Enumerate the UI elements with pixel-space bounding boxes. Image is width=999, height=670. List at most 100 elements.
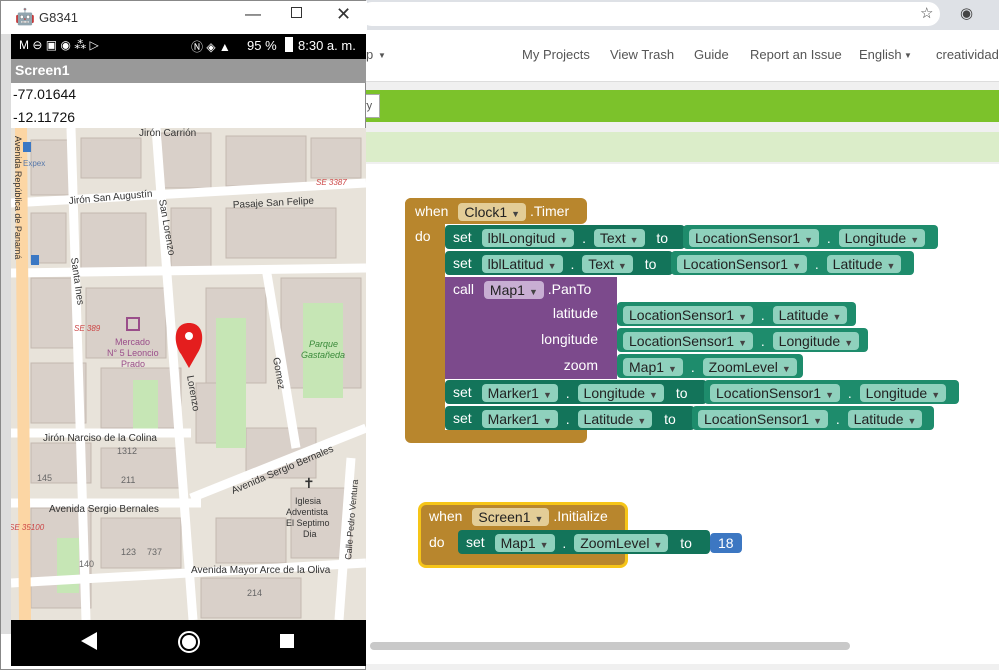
- nav-guide[interactable]: Guide: [694, 47, 729, 62]
- property-dropdown[interactable]: Latitude ▼: [577, 410, 653, 429]
- call-keyword: call: [453, 281, 475, 297]
- source-property-dropdown[interactable]: Longitude ▼: [838, 229, 926, 248]
- source-property-dropdown[interactable]: Latitude ▼: [826, 255, 902, 274]
- source-component-dropdown[interactable]: LocationSensor1 ▼: [698, 410, 828, 429]
- to-keyword: to: [675, 385, 688, 402]
- source-property-label: Longitude: [844, 230, 907, 247]
- property-dropdown[interactable]: Text ▼: [582, 255, 633, 274]
- source-property-dropdown[interactable]: Latitude ▼: [847, 410, 923, 429]
- dropdown-arrow-icon: ▼: [825, 390, 834, 401]
- home-icon-inner: [182, 635, 196, 649]
- close-icon[interactable]: ✕: [336, 4, 351, 25]
- dropdown-arrow-icon: ▼: [832, 312, 842, 323]
- map-label-se-3387: SE 3387: [316, 178, 347, 187]
- source-property-dropdown[interactable]: ZoomLevel ▼: [702, 358, 797, 377]
- nav-report-issue[interactable]: Report an Issue: [750, 47, 842, 62]
- property-dropdown[interactable]: Longitude ▼: [577, 384, 664, 403]
- map-label-mayor-arce: Avenida Mayor Arce de la Oliva: [191, 565, 331, 576]
- source-property-dropdown[interactable]: Latitude ▼: [772, 306, 848, 325]
- dropdown-arrow-icon: ▼: [668, 364, 677, 375]
- map-component-dropdown[interactable]: Map1 ▼: [483, 281, 544, 300]
- number-value[interactable]: 18: [710, 533, 742, 554]
- map-label-se-35100: SE 35100: [11, 523, 45, 532]
- extension-icon[interactable]: ◉: [960, 4, 973, 22]
- source-component-dropdown[interactable]: Map1 ▼: [623, 358, 683, 377]
- android-icon: 🤖: [15, 9, 35, 26]
- property-label: Text: [599, 230, 626, 247]
- dropdown-arrow-icon: ▼: [559, 235, 569, 246]
- getter-block[interactable]: LocationSensor1 ▼ . Latitude ▼: [671, 251, 914, 275]
- component-dropdown[interactable]: Marker1 ▼: [481, 410, 558, 429]
- getter-block[interactable]: LocationSensor1 ▼ . Longitude ▼: [683, 225, 938, 249]
- map-canvas: Jirón Carrión Expex Jirón San Augustín P…: [11, 128, 366, 620]
- dropdown-arrow-icon: ▼: [617, 261, 627, 272]
- map-label-mercado: Mercado: [115, 337, 150, 347]
- getter-block[interactable]: LocationSensor1 ▼ . Latitude ▼: [692, 406, 934, 430]
- map-label-se-389: SE 389: [74, 324, 101, 333]
- map-label-737: 737: [147, 547, 162, 557]
- set-map-zoomlevel-block[interactable]: set Map1 ▼ . ZoomLevel ▼ to: [458, 530, 710, 554]
- source-component-dropdown[interactable]: LocationSensor1 ▼: [710, 384, 840, 403]
- dropdown-arrow-icon: ▼: [886, 261, 896, 272]
- number-block[interactable]: 18: [710, 530, 742, 554]
- set-lbllatitud-block[interactable]: set lblLatitud ▼ . Text ▼ to: [445, 251, 673, 275]
- nav-user[interactable]: creatividad: [936, 47, 999, 62]
- source-component-dropdown[interactable]: LocationSensor1 ▼: [677, 255, 807, 274]
- map-label-214: 214: [247, 588, 262, 598]
- address-bar[interactable]: [360, 2, 940, 26]
- component-dropdown[interactable]: Map1 ▼: [494, 534, 555, 553]
- component-label: lblLatitud: [487, 256, 544, 273]
- map-label-iglesia-4: Dia: [303, 529, 317, 539]
- property-dropdown[interactable]: Text ▼: [593, 229, 645, 248]
- component-label: lblLongitud: [487, 230, 556, 247]
- horizontal-scrollbar[interactable]: [370, 642, 850, 650]
- bookmark-star-icon[interactable]: ☆: [920, 4, 933, 22]
- map-label-123: 123: [121, 547, 136, 557]
- map-label-211: 211: [121, 475, 135, 485]
- set-marker-latitude-block[interactable]: set Marker1 ▼ . Latitude ▼ to: [445, 406, 695, 430]
- emulator-window: 🤖 G8341 — ✕ M ⊖ ▣ ◉ ⁂ ▷ Ⓝ ◈ ▲ 95 % 8:30 …: [0, 0, 367, 670]
- partial-menu-label[interactable]: p: [366, 47, 373, 62]
- source-property-label: ZoomLevel: [708, 359, 778, 376]
- map-label-140: 140: [79, 559, 94, 569]
- source-label: LocationSensor1: [716, 385, 822, 402]
- event-name: .Initialize: [553, 508, 608, 524]
- map-label-iglesia-2: Adventista: [286, 507, 328, 517]
- getter-block[interactable]: LocationSensor1 ▼ . Longitude ▼: [704, 380, 959, 404]
- map-label-jiron-carrion: Jirón Carrión: [139, 128, 196, 139]
- dropdown-arrow-icon: ▼: [649, 390, 658, 401]
- event-component-dropdown[interactable]: Screen1 ▼: [472, 508, 550, 527]
- nav-view-trash[interactable]: View Trash: [610, 47, 674, 62]
- event-component-dropdown[interactable]: Clock1 ▼: [458, 203, 527, 222]
- source-component-dropdown[interactable]: LocationSensor1 ▼: [689, 229, 819, 248]
- source-property-dropdown[interactable]: Longitude ▼: [859, 384, 947, 403]
- component-dropdown[interactable]: lblLatitud ▼: [481, 255, 563, 274]
- set-lbllongitud-block[interactable]: set lblLongitud ▼ . Text ▼ to: [445, 225, 685, 249]
- nav-my-projects[interactable]: My Projects: [522, 47, 590, 62]
- recents-icon[interactable]: [280, 634, 294, 648]
- battery-icon: [285, 37, 293, 52]
- app-title: Screen1: [15, 62, 70, 78]
- lbl-longitud: -77.01644: [13, 86, 77, 102]
- source-component-dropdown[interactable]: LocationSensor1 ▼: [623, 306, 753, 325]
- dropdown-arrow-icon: ▼: [637, 416, 647, 427]
- getter-block[interactable]: LocationSensor1 ▼ . Longitude ▼: [617, 328, 868, 352]
- map-view[interactable]: Jirón Carrión Expex Jirón San Augustín P…: [11, 128, 366, 620]
- component-dropdown[interactable]: Marker1 ▼: [481, 384, 558, 403]
- nav-language[interactable]: English: [859, 47, 902, 62]
- getter-block[interactable]: LocationSensor1 ▼ . Latitude ▼: [617, 302, 856, 326]
- to-keyword: to: [656, 230, 669, 247]
- source-label: LocationSensor1: [704, 411, 810, 428]
- back-icon[interactable]: [81, 632, 97, 650]
- map-label-mercado-2: N° 5 Leoncio: [107, 348, 159, 358]
- component-dropdown[interactable]: lblLongitud ▼: [481, 229, 575, 248]
- set-marker-longitude-block[interactable]: set Marker1 ▼ . Longitude ▼ to: [445, 380, 707, 404]
- source-component-dropdown[interactable]: LocationSensor1 ▼: [623, 332, 753, 351]
- getter-block[interactable]: Map1 ▼ . ZoomLevel ▼: [617, 354, 803, 378]
- maximize-icon[interactable]: [291, 7, 302, 18]
- event-name: .Timer: [529, 203, 570, 219]
- property-dropdown[interactable]: ZoomLevel ▼: [574, 534, 669, 553]
- minimize-icon[interactable]: —: [245, 6, 261, 24]
- map-label-sergio-bernales-1: Avenida Sergio Bernales: [49, 504, 159, 515]
- source-property-dropdown[interactable]: Longitude ▼: [772, 332, 860, 351]
